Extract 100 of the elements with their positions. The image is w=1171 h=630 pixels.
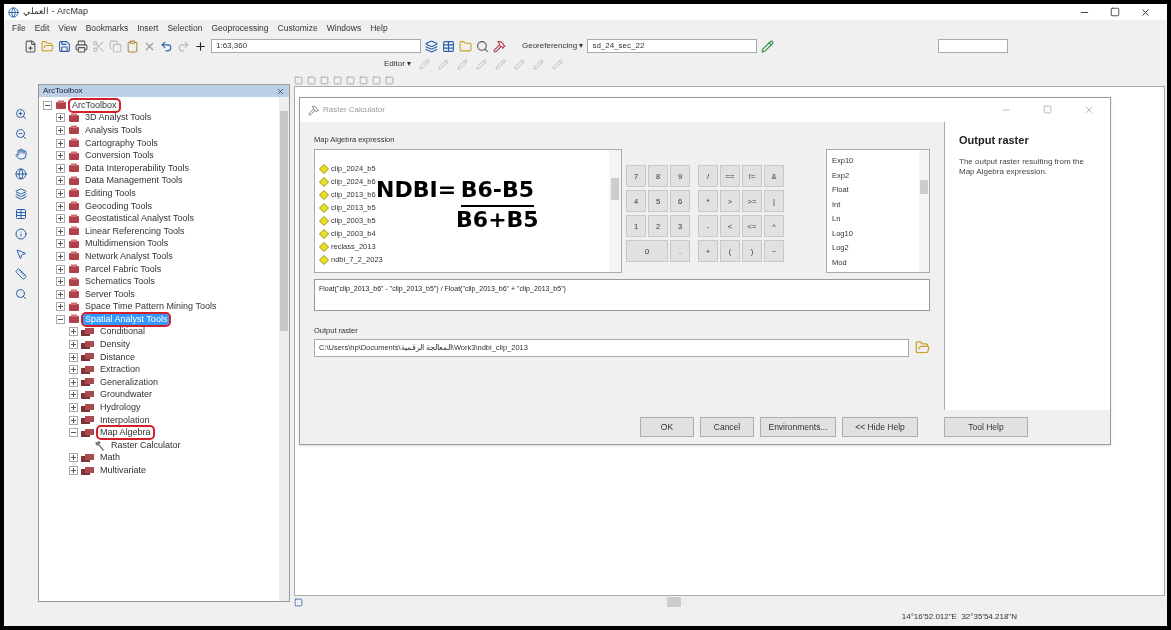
tree-item[interactable]: Math (98, 452, 122, 464)
tree-item[interactable]: Conversion Tools (83, 150, 156, 162)
expander-icon[interactable] (56, 264, 65, 274)
tree-item[interactable]: Raster Calculator (109, 439, 183, 451)
tree-item[interactable]: Cartography Tools (83, 137, 160, 149)
map-tool-icon[interactable] (15, 288, 27, 300)
tree-item[interactable]: Editing Tools (83, 187, 138, 199)
tree-item[interactable]: Interpolation (98, 414, 152, 426)
expander-icon[interactable] (56, 163, 65, 173)
map-tool-icon[interactable] (15, 108, 27, 120)
expander-icon[interactable] (56, 226, 65, 236)
expander-icon[interactable] (56, 201, 65, 211)
tree-item[interactable]: Parcel Fabric Tools (83, 263, 164, 275)
menu-item[interactable]: Help (370, 21, 388, 35)
menu-item[interactable]: Edit (34, 21, 50, 35)
tree-item[interactable]: Groundwater (98, 389, 155, 401)
save-icon[interactable] (58, 39, 71, 53)
map-tool-icon[interactable] (15, 188, 27, 200)
expander-icon[interactable] (69, 415, 78, 425)
clipboard-icon[interactable] (126, 39, 139, 53)
expander-icon[interactable] (56, 239, 65, 249)
tree-item[interactable]: Analysis Tools (83, 125, 144, 136)
expander-icon[interactable] (69, 466, 78, 475)
dialog-button[interactable]: Environments... (760, 417, 836, 437)
expander-icon[interactable] (56, 302, 65, 312)
tree-item[interactable]: Conditional (98, 326, 148, 338)
expander-icon[interactable] (56, 214, 65, 224)
pencil-icon[interactable] (761, 39, 775, 53)
menu-item[interactable]: Insert (137, 21, 159, 35)
map-tool-icon[interactable] (15, 168, 27, 180)
map-tool-icon[interactable] (15, 208, 27, 220)
layer-dropdown[interactable]: sd_24_sec_22 (587, 39, 758, 53)
toolbox-icon[interactable] (493, 39, 506, 53)
menu-item[interactable]: Customize (277, 21, 318, 35)
dialog-button[interactable]: OK (640, 417, 694, 437)
menu-item[interactable]: View (58, 21, 77, 35)
scrollbar[interactable] (919, 150, 929, 273)
expander-icon[interactable] (56, 126, 65, 135)
expander-icon[interactable] (56, 277, 65, 287)
tree-item[interactable]: Space Time Pattern Mining Tools (83, 301, 219, 313)
maximize-icon[interactable] (1110, 6, 1120, 17)
expander-icon[interactable] (69, 340, 78, 350)
georeferencing-menu[interactable]: Georeferencing ▾ (522, 40, 584, 52)
tree-item[interactable]: Network Analyst Tools (83, 250, 175, 262)
dialog-button[interactable]: << Hide Help (842, 417, 918, 437)
search-icon[interactable] (476, 39, 489, 53)
expander-icon[interactable] (56, 188, 65, 198)
add-data-icon[interactable] (194, 39, 207, 53)
expander-icon[interactable] (69, 403, 78, 413)
map-tool-icon[interactable] (15, 148, 27, 160)
tree-item[interactable]: Map Algebra (98, 427, 153, 439)
menu-item[interactable]: Selection (167, 21, 203, 35)
undo-icon[interactable] (160, 39, 173, 53)
dialog-button[interactable]: Tool Help (944, 417, 1028, 437)
tree-item[interactable]: Multidimension Tools (83, 238, 171, 250)
tree-item[interactable]: 3D Analyst Tools (83, 112, 154, 124)
layout-view-icon[interactable] (294, 597, 303, 607)
menu-item[interactable]: Geoprocessing (211, 21, 269, 35)
tree-item[interactable]: Multivariate (98, 465, 148, 476)
tree-item[interactable]: Density (98, 339, 132, 351)
scrollbar[interactable] (279, 97, 289, 601)
printer-icon[interactable] (75, 39, 88, 53)
tree-item[interactable]: Data Interoperability Tools (83, 162, 191, 174)
expander-icon[interactable] (69, 377, 78, 387)
map-tool-icon[interactable] (15, 268, 27, 280)
tree-item[interactable]: Distance (98, 351, 137, 363)
tree-item[interactable]: Hydrology (98, 402, 143, 414)
tree-item[interactable]: Generalization (98, 376, 161, 388)
close-icon[interactable] (1140, 6, 1151, 18)
expander-icon[interactable] (56, 314, 65, 324)
expander-icon[interactable] (69, 453, 78, 463)
expander-icon[interactable] (56, 176, 65, 186)
map-tool-icon[interactable] (15, 228, 27, 240)
expander-icon[interactable] (56, 289, 65, 299)
new-document-icon[interactable] (24, 39, 37, 53)
tree-item[interactable]: Schematics Tools (83, 276, 157, 288)
expander-icon[interactable] (56, 138, 65, 148)
close-icon[interactable] (276, 86, 285, 96)
map-tool-icon[interactable] (15, 248, 27, 260)
layers-icon[interactable] (425, 39, 438, 53)
tree-item[interactable]: Data Management Tools (83, 175, 185, 187)
map-tool-icon[interactable] (15, 128, 27, 140)
menu-item[interactable]: Bookmarks (85, 21, 129, 35)
dialog-button[interactable]: Cancel (700, 417, 754, 437)
expander-icon[interactable] (56, 251, 65, 261)
tree-item[interactable]: Linear Referencing Tools (83, 225, 187, 237)
scrollbar[interactable] (609, 150, 621, 273)
expander-icon[interactable] (69, 365, 78, 375)
menu-item[interactable]: Windows (326, 21, 362, 35)
tree-item[interactable]: ArcToolbox (70, 99, 119, 111)
tree-item[interactable]: Geostatistical Analyst Tools (83, 213, 196, 225)
expander-icon[interactable] (43, 100, 52, 110)
expander-icon[interactable] (56, 113, 65, 123)
table-icon[interactable] (442, 39, 455, 53)
text-field[interactable] (938, 39, 1009, 53)
expander-icon[interactable] (56, 151, 65, 161)
tree-item[interactable]: Server Tools (83, 288, 137, 300)
editor-menu[interactable]: Editor ▾ (384, 58, 412, 70)
expander-icon[interactable] (69, 390, 78, 400)
menu-item[interactable]: File (12, 21, 26, 35)
